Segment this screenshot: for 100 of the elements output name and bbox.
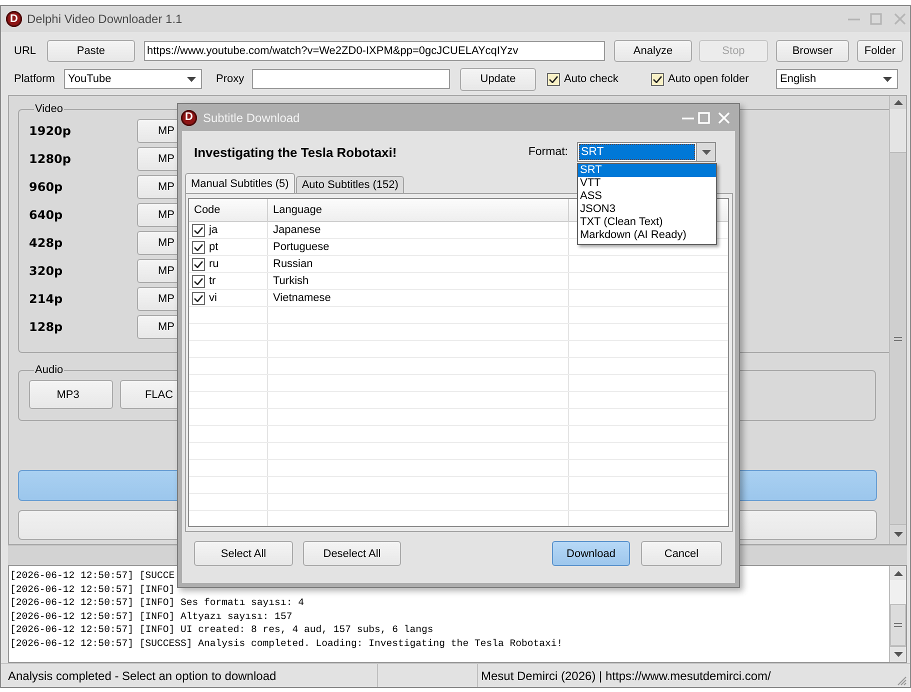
language-name: Japanese (268, 222, 569, 238)
scroll-down-icon[interactable] (894, 532, 902, 537)
log-line: [2026-06-12 12:50:57] [INFO] (10, 582, 176, 596)
checkmark-icon (194, 260, 203, 268)
checkbox[interactable] (192, 274, 205, 288)
format-button[interactable]: MP (137, 287, 177, 311)
checkbox[interactable] (547, 72, 560, 86)
toolbar-button[interactable]: Analyze (614, 40, 692, 62)
language-name: Vietnamese (268, 290, 569, 306)
log-line: [2026-06-12 12:50:57] [SUCCE (10, 569, 176, 582)
format-label: Format: (528, 146, 568, 158)
resolution-label: 1920p (29, 124, 72, 138)
format-option[interactable]: TXT (Clean Text) (578, 216, 716, 229)
grip-icon (894, 623, 902, 627)
dialog-button[interactable]: Download (552, 541, 630, 566)
format-button[interactable]: MP (137, 315, 177, 339)
language-code: pt (209, 241, 218, 253)
language-dropdown[interactable]: English (776, 69, 898, 89)
column-header[interactable]: Language (268, 199, 569, 221)
resolution-label: 640p (29, 208, 64, 222)
log-line: [2026-06-12 12:50:57] [INFO] UI created: 8 res, 4 aud, 157 subs, 6 langs (10, 623, 434, 636)
format-option[interactable]: VTT (578, 177, 716, 190)
checkmark-icon (549, 76, 558, 82)
format-button[interactable]: MP (137, 259, 177, 283)
format-button[interactable]: MP (137, 231, 177, 255)
audio-format-button[interactable]: MP3 (29, 380, 113, 409)
status-message: Analysis completed - Select an option to download (1, 664, 378, 687)
resolution-label: 1280p (29, 152, 72, 166)
resolution-label: 128p (29, 320, 64, 334)
platform-dropdown[interactable]: YouTube (64, 69, 202, 89)
window-title: Delphi Video Downloader 1.1 (27, 12, 182, 26)
caret-icon (187, 76, 196, 82)
resolution-label: 320p (29, 264, 64, 278)
app-logo: D (6, 11, 22, 27)
checkbox[interactable] (192, 224, 205, 236)
size-grip-icon[interactable] (897, 676, 907, 686)
vertical-scrollbar[interactable] (889, 566, 906, 662)
checkbox[interactable] (192, 240, 205, 254)
caret-icon (702, 150, 710, 154)
group-caption: Audio (34, 363, 64, 377)
column-header[interactable]: Code (189, 199, 268, 221)
resolution-label: 428p (29, 236, 64, 250)
checkbox[interactable] (651, 72, 664, 86)
checkbox-label[interactable]: Auto open folder (668, 73, 749, 85)
resolution-label: 960p (29, 180, 64, 194)
proxy-label: Proxy (216, 73, 246, 85)
log-line: [2026-06-12 12:50:57] [INFO] Altyazı sayısı: 157 (10, 610, 294, 623)
vertical-scrollbar[interactable] (889, 96, 906, 544)
dialog-button[interactable]: Cancel (641, 541, 722, 566)
format-button[interactable]: MP (137, 147, 177, 171)
group-caption: Video (34, 102, 64, 116)
caret-icon (883, 76, 892, 82)
log-line: [2026-06-12 12:50:57] [SUCCESS] Analysis completed. Loading: Investigating the Tesla Robotaxi! (10, 636, 564, 650)
format-option[interactable]: ASS (578, 190, 716, 203)
scrollbar-thumb[interactable] (890, 604, 906, 646)
scroll-up-icon[interactable] (894, 100, 902, 105)
language-code: vi (209, 292, 217, 304)
app-logo: D (181, 110, 197, 126)
language-code: tr (209, 275, 216, 287)
url-label: URL (14, 45, 38, 57)
checkmark-icon (653, 76, 662, 82)
language-code: ru (209, 258, 219, 270)
checkbox-label[interactable]: Auto check (564, 73, 618, 85)
format-button[interactable]: MP (137, 119, 177, 143)
format-option[interactable]: Markdown (AI Ready) (578, 229, 716, 242)
url-field[interactable]: https://www.youtube.com/watch?v=We2ZD0-IXPM&pp=0gcJCUELAYcqIYzv (144, 41, 605, 61)
format-button[interactable]: MP (137, 175, 177, 199)
log-line: [2026-06-12 12:50:57] [INFO] Ses formatı sayısı: 4 (10, 596, 305, 610)
dialog-button[interactable]: Deselect All (303, 541, 401, 566)
checkbox[interactable] (192, 258, 205, 270)
grip-icon (894, 336, 902, 340)
video-title: Investigating the Tesla Robotaxi! (194, 144, 397, 160)
scrollbar-thumb[interactable] (890, 152, 906, 524)
checkmark-icon (194, 244, 203, 250)
paste-button[interactable]: Paste (47, 40, 135, 62)
language-name: Portuguese (268, 239, 569, 255)
format-button[interactable]: MP (137, 203, 177, 227)
format-option[interactable]: JSON3 (578, 203, 716, 216)
dialog-button[interactable]: Select All (194, 541, 293, 566)
proxy-field[interactable] (252, 69, 450, 89)
tab[interactable]: Auto Subtitles (152) (296, 176, 404, 193)
format-dropdown[interactable]: SRT (577, 142, 716, 162)
tab[interactable]: Manual Subtitles (5) (185, 173, 295, 193)
checkbox[interactable] (192, 292, 205, 304)
platform-label: Platform (14, 73, 56, 85)
resolution-label: 214p (29, 292, 64, 306)
scroll-up-icon[interactable] (894, 570, 902, 576)
language-code: ja (209, 224, 218, 236)
language-name: Russian (268, 256, 569, 272)
checkmark-icon (194, 278, 203, 284)
toolbar-button[interactable]: Folder (857, 40, 903, 62)
language-name: Turkish (268, 273, 569, 289)
credit-text: Mesut Demirci (2026) | https://www.mesutdemirci.com/ (480, 668, 772, 685)
format-option[interactable]: SRT (578, 164, 716, 177)
update-button[interactable]: Update (460, 68, 536, 90)
checkmark-icon (194, 294, 203, 302)
toolbar-button[interactable]: Browser (776, 40, 849, 62)
dialog-title: Subtitle Download (203, 110, 300, 124)
scroll-down-icon[interactable] (894, 652, 902, 657)
checkmark-icon (194, 226, 203, 234)
